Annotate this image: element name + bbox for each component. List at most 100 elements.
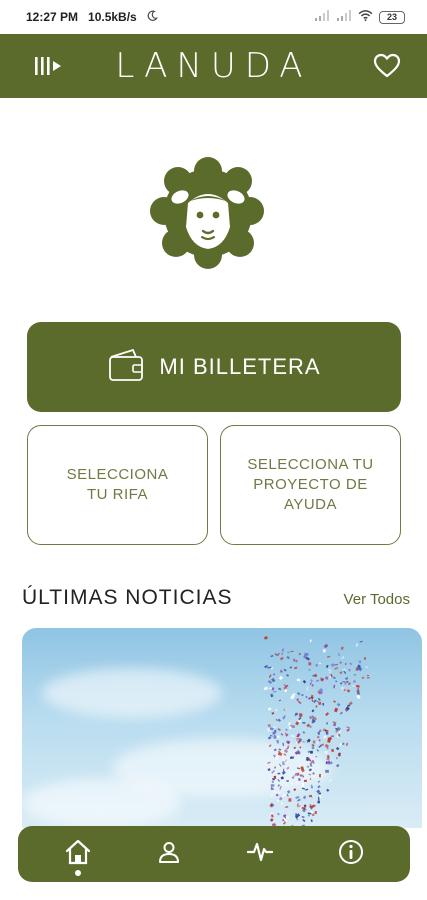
status-bar: 12:27 PM 10.5kB/s 23 — [0, 0, 427, 34]
confetti-piece — [348, 668, 351, 672]
confetti-piece — [270, 693, 274, 698]
confetti-piece — [312, 771, 315, 775]
confetti-piece — [334, 663, 339, 666]
confetti-piece — [324, 676, 329, 680]
confetti-piece — [268, 687, 273, 690]
confetti-piece — [318, 662, 322, 665]
confetti-piece — [301, 816, 305, 818]
moon-icon — [147, 10, 158, 24]
confetti-piece — [346, 726, 351, 729]
confetti-piece — [329, 779, 332, 782]
confetti-piece — [276, 799, 279, 802]
confetti-piece — [323, 643, 329, 649]
confetti-piece — [315, 663, 319, 667]
music-playlist-icon[interactable] — [30, 48, 66, 84]
news-card-image[interactable] — [22, 628, 422, 828]
confetti-piece — [303, 779, 308, 783]
confetti-piece — [365, 666, 369, 669]
confetti-piece — [283, 753, 287, 756]
confetti-piece — [309, 750, 313, 754]
confetti-piece — [293, 788, 297, 792]
confetti-piece — [286, 793, 289, 797]
confetti-piece — [277, 727, 281, 732]
confetti-piece — [297, 700, 302, 705]
confetti-piece — [310, 679, 313, 683]
confetti-piece — [283, 668, 287, 672]
confetti-piece — [319, 774, 322, 778]
network-speed: 10.5kB/s — [88, 10, 137, 24]
confetti-piece — [306, 686, 309, 691]
confetti-piece — [317, 785, 321, 789]
confetti-piece — [311, 683, 314, 687]
user-icon — [157, 840, 181, 869]
confetti-piece — [366, 676, 370, 679]
see-all-link[interactable]: Ver Todos — [344, 591, 410, 608]
select-project-button[interactable]: SELECCIONA TU PROYECTO DE AYUDA — [220, 425, 401, 545]
confetti-piece — [330, 735, 334, 738]
confetti-piece — [267, 724, 271, 728]
confetti-piece — [283, 749, 289, 754]
confetti-piece — [277, 772, 281, 775]
confetti-piece — [280, 776, 284, 780]
confetti-piece — [274, 653, 279, 657]
confetti-piece — [267, 761, 271, 764]
select-raffle-label: SELECCIONA TU RIFA — [66, 466, 169, 503]
confetti-piece — [270, 654, 274, 658]
confetti-piece — [264, 664, 269, 669]
confetti-piece — [305, 788, 309, 791]
confetti-piece — [311, 746, 315, 750]
confetti-piece — [335, 763, 340, 768]
confetti-piece — [302, 818, 306, 823]
confetti-piece — [276, 794, 279, 797]
confetti-piece — [305, 695, 308, 699]
confetti-piece — [308, 668, 311, 671]
confetti-piece — [301, 694, 304, 697]
confetti-piece — [324, 743, 330, 749]
confetti-piece — [295, 659, 298, 663]
confetti-piece — [328, 761, 331, 765]
wallet-button[interactable]: MI BILLETERA — [27, 322, 401, 412]
confetti-piece — [295, 712, 298, 716]
confetti-piece — [271, 712, 275, 715]
confetti-piece — [281, 648, 285, 652]
confetti-piece — [282, 742, 285, 747]
confetti-piece — [296, 678, 301, 682]
confetti-piece — [271, 769, 275, 774]
home-icon — [64, 838, 92, 871]
confetti-piece — [270, 784, 275, 787]
confetti-piece — [310, 819, 313, 823]
confetti-piece — [352, 685, 355, 687]
confetti-piece — [336, 702, 341, 707]
confetti-piece — [293, 746, 296, 749]
status-left: 12:27 PM 10.5kB/s — [26, 10, 158, 24]
confetti-piece — [286, 766, 290, 770]
confetti-piece — [301, 783, 305, 787]
confetti-piece — [323, 735, 327, 739]
nav-info[interactable] — [329, 832, 373, 876]
confetti-piece — [276, 739, 280, 744]
confetti-piece — [311, 699, 314, 703]
confetti-piece — [355, 684, 360, 688]
confetti-piece — [289, 666, 293, 669]
nav-home[interactable] — [56, 832, 100, 876]
nav-activity[interactable] — [238, 832, 282, 876]
select-raffle-button[interactable]: SELECCIONA TU RIFA — [27, 425, 208, 545]
confetti-piece — [272, 791, 277, 793]
confetti-piece — [286, 816, 289, 819]
confetti-piece — [335, 756, 338, 760]
confetti-piece — [286, 674, 289, 677]
confetti-piece — [268, 744, 272, 748]
confetti-piece — [276, 735, 280, 738]
confetti-piece — [296, 803, 299, 807]
confetti-piece — [307, 750, 311, 754]
confetti-piece — [267, 680, 273, 685]
heart-icon[interactable] — [369, 48, 405, 84]
confetti-piece — [328, 669, 331, 671]
nav-profile[interactable] — [147, 832, 191, 876]
wallet-icon — [107, 347, 145, 388]
confetti-piece — [361, 676, 365, 680]
confetti-piece — [317, 800, 320, 804]
confetti-piece — [272, 731, 277, 735]
confetti-piece — [331, 748, 335, 753]
confetti-piece — [307, 812, 312, 815]
